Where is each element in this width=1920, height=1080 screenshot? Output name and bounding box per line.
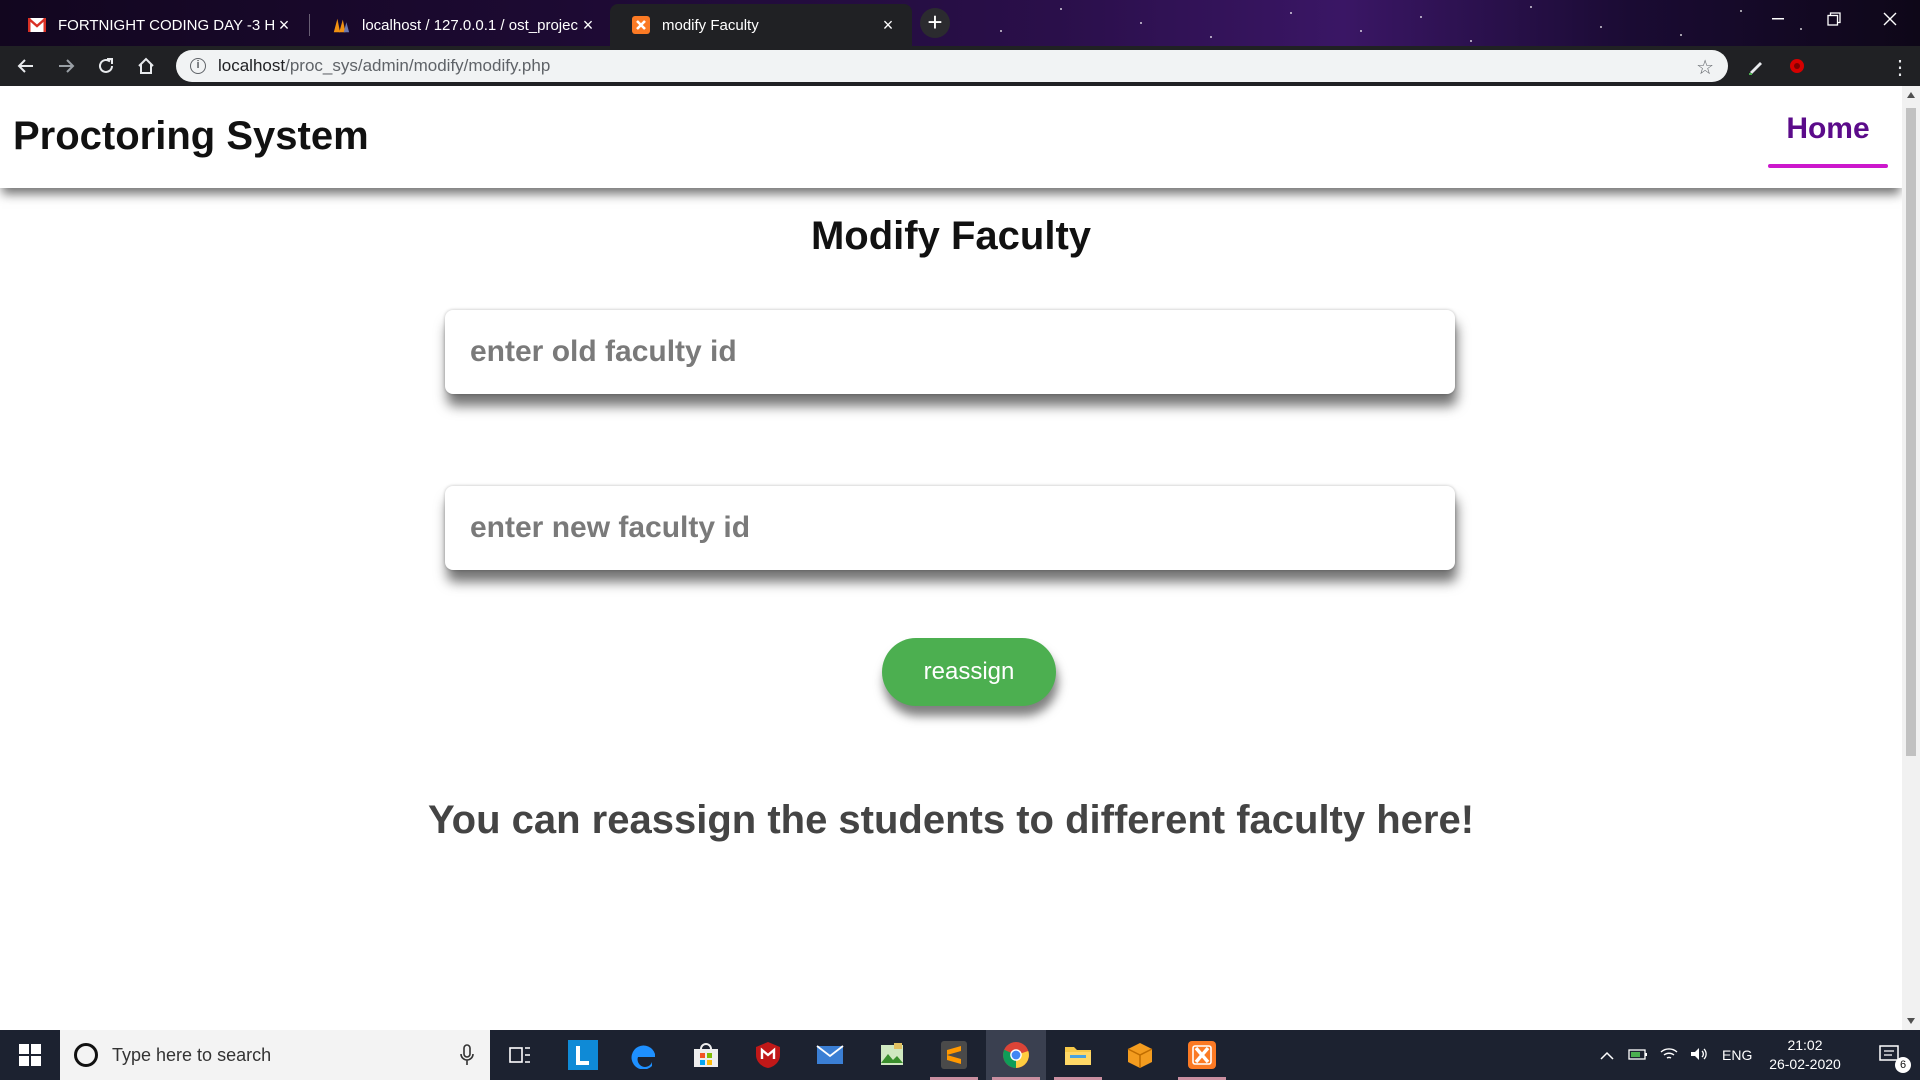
- windows-logo-icon: [19, 1044, 41, 1066]
- url-path: /proc_sys/admin/modify/modify.php: [285, 56, 551, 75]
- volume-icon[interactable]: [1690, 1047, 1708, 1064]
- tab-phpmyadmin[interactable]: localhost / 127.0.0.1 / ost_project ×: [310, 4, 612, 46]
- photo-app-icon: [881, 1043, 903, 1065]
- reload-button[interactable]: [92, 52, 120, 80]
- url-host: localhost: [218, 56, 286, 75]
- notification-center-button[interactable]: 6: [1862, 1030, 1918, 1080]
- tab-gmail[interactable]: FORTNIGHT CODING DAY -3 HAC ×: [6, 4, 308, 46]
- close-icon[interactable]: ×: [878, 15, 898, 36]
- task-view-icon: [509, 1047, 530, 1063]
- back-button[interactable]: [12, 52, 40, 80]
- old-faculty-id-input[interactable]: [445, 310, 1455, 394]
- vertical-scrollbar[interactable]: [1902, 86, 1920, 1030]
- xampp-icon: [1188, 1041, 1216, 1069]
- system-tray: ENG: [1600, 1030, 1752, 1080]
- site-header: Proctoring System Home: [0, 86, 1902, 188]
- forward-button[interactable]: [52, 52, 80, 80]
- info-icon[interactable]: i: [190, 58, 206, 74]
- taskbar-search[interactable]: Type here to search: [60, 1030, 490, 1080]
- clock-date: 26-02-2020: [1769, 1056, 1841, 1072]
- forward-arrow-icon: [59, 59, 75, 73]
- search-placeholder: Type here to search: [112, 1044, 272, 1065]
- gmail-icon: [28, 16, 46, 34]
- reload-icon: [99, 58, 113, 73]
- chrome-icon: [1003, 1042, 1029, 1068]
- xampp-icon: [632, 16, 650, 34]
- extension-red-icon[interactable]: [1787, 56, 1807, 81]
- clock-time: 21:02: [1787, 1037, 1823, 1053]
- close-icon[interactable]: ×: [274, 15, 294, 36]
- taskbar-mail[interactable]: [800, 1030, 860, 1080]
- close-window-button[interactable]: [1862, 0, 1918, 38]
- taskbar-sublime[interactable]: [924, 1030, 984, 1080]
- new-tab-button[interactable]: +: [920, 8, 950, 38]
- browser-toolbar: i localhost/proc_sys/admin/modify/modify…: [0, 46, 1920, 124]
- mail-icon: [816, 1045, 844, 1064]
- pen-extension-icon[interactable]: [1746, 56, 1766, 81]
- phpmyadmin-icon: [332, 16, 350, 34]
- sublime-text-icon: [941, 1041, 967, 1069]
- l-app-icon: [568, 1040, 598, 1070]
- system-clock[interactable]: 21:02 26-02-2020: [1760, 1036, 1850, 1074]
- reassign-button[interactable]: reassign: [882, 638, 1056, 706]
- battery-icon[interactable]: [1628, 1047, 1648, 1064]
- info-message: You can reassign the students to differe…: [427, 798, 1475, 842]
- edge-icon: [631, 1045, 655, 1069]
- taskbar-edge[interactable]: [614, 1030, 674, 1080]
- address-bar[interactable]: i localhost/proc_sys/admin/modify/modify…: [176, 50, 1728, 82]
- home-icon: [138, 57, 154, 74]
- start-button[interactable]: [0, 1030, 60, 1080]
- scrollbar-thumb[interactable]: [1906, 108, 1916, 756]
- folder-icon: [1065, 1047, 1091, 1065]
- menu-kebab-icon[interactable]: ⋮: [1890, 55, 1910, 80]
- tab-modify-faculty[interactable]: modify Faculty ×: [610, 4, 912, 46]
- browser-titlebar: FORTNIGHT CODING DAY -3 HAC × localhost …: [0, 0, 1920, 46]
- store-icon: [694, 1043, 718, 1067]
- taskbar-package-app[interactable]: [1110, 1030, 1170, 1080]
- scroll-up-icon[interactable]: [1907, 92, 1915, 98]
- nav-home-link[interactable]: Home: [1768, 112, 1888, 156]
- taskbar-store[interactable]: [676, 1030, 736, 1080]
- bookmark-star-icon[interactable]: ☆: [1696, 55, 1714, 80]
- tab-title: modify Faculty: [662, 16, 759, 34]
- notification-count-badge: 6: [1895, 1057, 1911, 1073]
- microphone-icon: [460, 1044, 474, 1065]
- new-faculty-id-input[interactable]: [445, 486, 1455, 570]
- taskbar-xampp[interactable]: [1172, 1030, 1232, 1080]
- chevron-up-icon[interactable]: [1600, 1047, 1614, 1063]
- tab-title: FORTNIGHT CODING DAY -3 HAC: [58, 16, 274, 34]
- mcafee-shield-icon: [756, 1042, 780, 1068]
- home-button[interactable]: [132, 52, 160, 80]
- page-title: Modify Faculty: [810, 214, 1092, 258]
- back-arrow-icon: [17, 59, 33, 73]
- restore-button[interactable]: [1806, 0, 1862, 38]
- close-icon[interactable]: ×: [578, 15, 598, 36]
- site-title: Proctoring System: [13, 114, 369, 158]
- scroll-down-icon[interactable]: [1907, 1018, 1915, 1024]
- tab-title: localhost / 127.0.0.1 / ost_project: [362, 16, 578, 34]
- language-indicator[interactable]: ENG: [1722, 1047, 1752, 1063]
- cortana-icon: [74, 1043, 98, 1067]
- task-view-button[interactable]: [490, 1030, 550, 1080]
- taskbar-photo-app[interactable]: [862, 1030, 922, 1080]
- taskbar-file-explorer[interactable]: [1048, 1030, 1108, 1080]
- taskbar-chrome[interactable]: [986, 1030, 1046, 1080]
- wifi-icon[interactable]: [1660, 1047, 1678, 1064]
- page-viewport: Proctoring System Home Modify Faculty re…: [0, 86, 1902, 1030]
- package-box-icon: [1127, 1043, 1153, 1068]
- windows-taskbar: Type here to search ENG 21:02 26-02-2020…: [0, 1030, 1920, 1080]
- taskbar-app-l[interactable]: [553, 1030, 613, 1080]
- taskbar-mcafee[interactable]: [738, 1030, 798, 1080]
- nav-home-underline: [1768, 164, 1888, 168]
- minimize-button[interactable]: [1750, 0, 1806, 38]
